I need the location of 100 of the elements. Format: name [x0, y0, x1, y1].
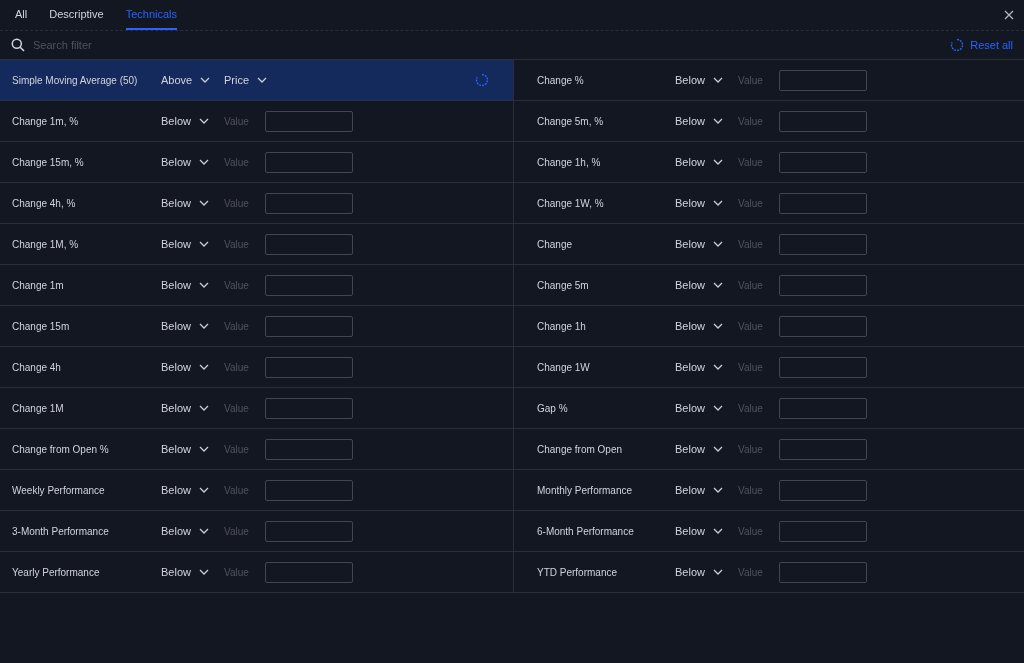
value-label: Value	[738, 114, 764, 129]
chevron-down-icon	[712, 241, 723, 247]
condition-dropdown[interactable]: Below	[675, 563, 738, 581]
value-label: Value	[738, 360, 764, 375]
condition-dropdown[interactable]: Below	[161, 276, 224, 294]
condition-dropdown[interactable]: Below	[675, 317, 738, 335]
chevron-down-icon	[712, 446, 723, 452]
tab[interactable]: Descriptive	[49, 0, 104, 30]
value-input[interactable]	[265, 479, 353, 501]
chevron-down-icon	[712, 323, 723, 329]
value-label: Value	[738, 442, 764, 457]
condition-dropdown[interactable]: Below	[161, 153, 224, 171]
condition-dropdown[interactable]: Below	[161, 399, 224, 417]
value-input[interactable]	[779, 274, 867, 296]
condition-dropdown[interactable]: Below	[675, 235, 738, 253]
filter-label: Change 5m	[536, 278, 590, 292]
filter-label: Change 15m, %	[12, 155, 85, 169]
condition-dropdown[interactable]: Below	[161, 481, 224, 499]
chevron-down-icon	[712, 282, 723, 288]
filter-label: Change 1h	[536, 319, 587, 333]
filter-label: Weekly Performance	[12, 483, 106, 497]
chevron-down-icon	[198, 200, 209, 206]
condition-dropdown[interactable]: Below	[675, 481, 738, 499]
condition-dropdown[interactable]: Below	[161, 317, 224, 335]
value-input[interactable]	[779, 479, 867, 501]
value-label: Value	[738, 73, 764, 88]
value-label: Value	[738, 155, 764, 170]
tab[interactable]: Technicals	[125, 0, 177, 30]
condition-dropdown[interactable]: Below	[675, 276, 738, 294]
condition-dropdown[interactable]: Below	[675, 194, 738, 212]
condition-dropdown[interactable]: Below	[161, 522, 224, 540]
filter-label: Change 4h	[12, 360, 62, 374]
condition-dropdown[interactable]: Below	[161, 358, 224, 376]
chevron-down-icon	[198, 405, 209, 411]
condition-dropdown[interactable]: Below	[675, 112, 738, 130]
value-label: Value	[224, 237, 250, 252]
value-input[interactable]	[265, 520, 353, 542]
value-input[interactable]	[265, 110, 353, 132]
value-input[interactable]	[265, 192, 353, 214]
chevron-down-icon	[712, 364, 723, 370]
filter-label: Change 4h, %	[12, 196, 77, 210]
value-label: Value	[738, 524, 764, 539]
chevron-down-icon	[198, 241, 209, 247]
value-input[interactable]	[265, 151, 353, 173]
value-input[interactable]	[779, 561, 867, 583]
condition-dropdown[interactable]: Below	[161, 194, 224, 212]
value-input[interactable]	[779, 397, 867, 419]
value-input[interactable]	[265, 561, 353, 583]
condition-dropdown[interactable]: Above	[161, 71, 224, 89]
value-input[interactable]	[779, 69, 867, 91]
filter-label: Change	[536, 237, 574, 251]
value-label: Value	[738, 483, 764, 498]
condition-dropdown[interactable]: Below	[675, 71, 738, 89]
condition-dropdown[interactable]: Below	[675, 399, 738, 417]
value-label: Value	[738, 401, 764, 416]
value-label: Value	[224, 565, 250, 580]
condition-dropdown[interactable]: Below	[675, 522, 738, 540]
condition-dropdown[interactable]: Below	[161, 563, 224, 581]
chevron-down-icon	[198, 364, 209, 370]
value-input[interactable]	[779, 315, 867, 337]
target-dropdown[interactable]: Price	[224, 71, 268, 89]
condition-dropdown[interactable]: Below	[675, 153, 738, 171]
condition-dropdown[interactable]: Below	[161, 235, 224, 253]
chevron-down-icon	[712, 569, 723, 575]
value-input[interactable]	[265, 274, 353, 296]
value-input[interactable]	[779, 356, 867, 378]
value-label: Value	[738, 319, 764, 334]
value-input[interactable]	[779, 192, 867, 214]
value-input[interactable]	[265, 233, 353, 255]
condition-dropdown[interactable]: Below	[161, 440, 224, 458]
value-input[interactable]	[265, 438, 353, 460]
value-input[interactable]	[265, 356, 353, 378]
value-input[interactable]	[779, 233, 867, 255]
filter-label: Change from Open %	[12, 442, 110, 456]
filter-label: YTD Performance	[536, 565, 619, 579]
value-label: Value	[224, 155, 250, 170]
chevron-down-icon	[198, 282, 209, 288]
filter-label: Change 5m, %	[536, 114, 605, 128]
filter-label: Gap %	[536, 401, 569, 415]
reset-icon	[950, 38, 965, 52]
value-input[interactable]	[265, 397, 353, 419]
condition-dropdown[interactable]: Below	[161, 112, 224, 130]
chevron-down-icon	[712, 159, 723, 165]
condition-dropdown[interactable]: Below	[675, 358, 738, 376]
value-input[interactable]	[779, 438, 867, 460]
filter-label: 3-Month Performance	[12, 524, 110, 538]
value-input[interactable]	[265, 315, 353, 337]
filter-label: Change 1M, %	[12, 237, 80, 251]
value-input[interactable]	[779, 151, 867, 173]
value-input[interactable]	[779, 110, 867, 132]
value-input[interactable]	[779, 520, 867, 542]
filter-label: Change from Open	[536, 442, 624, 456]
condition-dropdown[interactable]: Below	[675, 440, 738, 458]
chevron-down-icon	[712, 77, 723, 83]
filter-label: Monthly Performance	[536, 483, 634, 497]
close-icon[interactable]	[1004, 10, 1014, 20]
filter-label: Change 15m	[12, 319, 71, 333]
reset-all-button[interactable]: Reset all	[950, 36, 1013, 54]
search-field[interactable]: Search filter	[33, 36, 951, 54]
tab[interactable]: All	[15, 0, 28, 30]
